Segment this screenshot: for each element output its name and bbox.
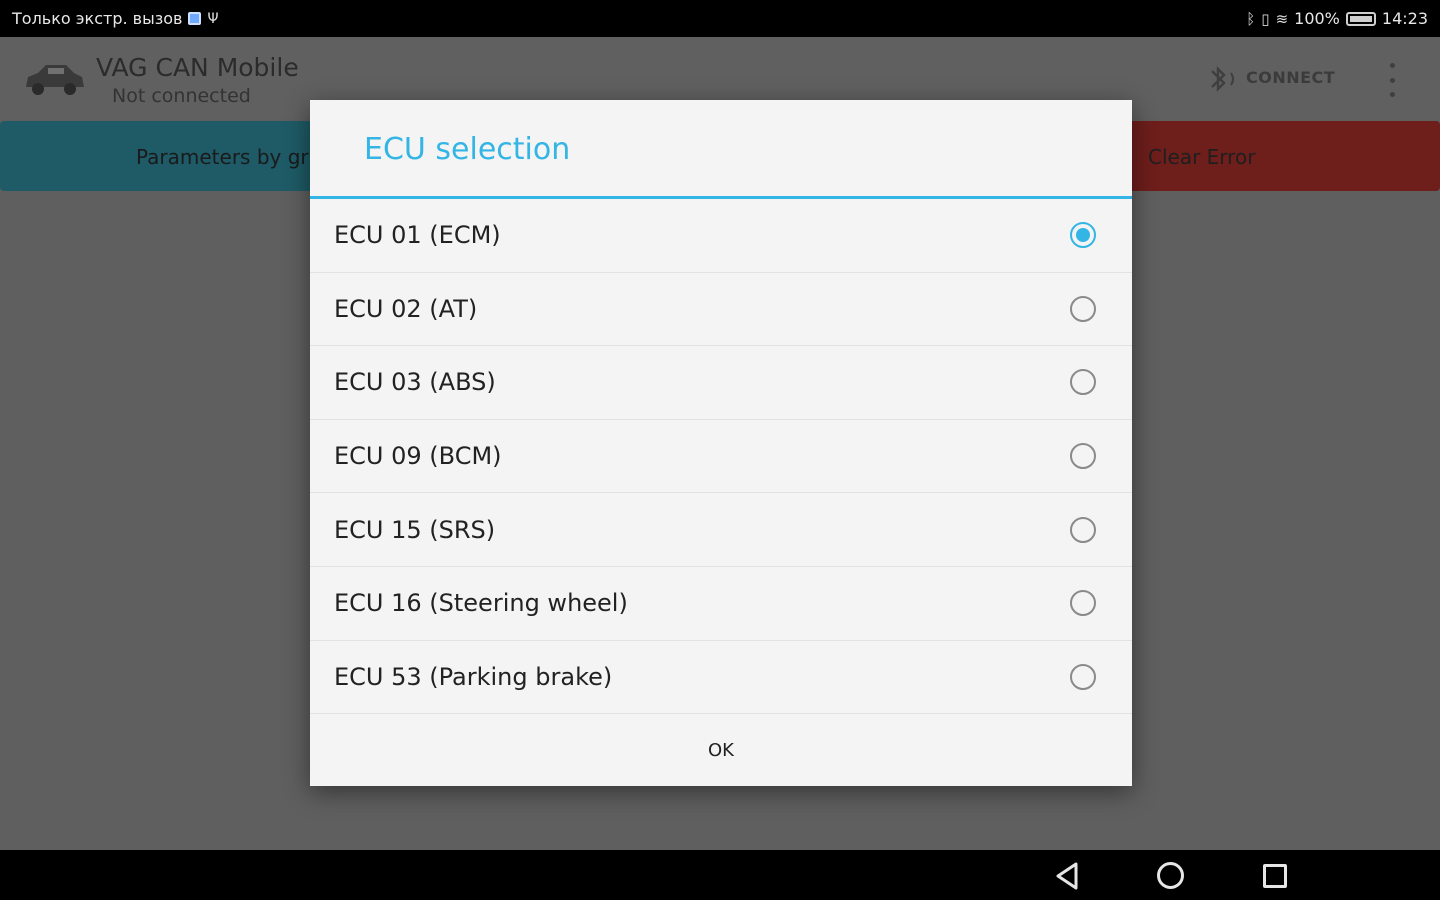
clear-error-button[interactable]: Clear Error: [1110, 121, 1440, 191]
back-icon[interactable]: [1052, 861, 1082, 891]
ecu-option-label: ECU 02 (AT): [334, 294, 478, 323]
radio-button[interactable]: [1070, 369, 1096, 396]
bluetooth-icon: ᛒ: [1246, 9, 1256, 28]
ecu-option[interactable]: ECU 01 (ECM): [310, 199, 1132, 273]
ecu-option[interactable]: ECU 16 (Steering wheel): [310, 567, 1132, 641]
connect-button[interactable]: CONNECT: [1246, 68, 1335, 87]
ecu-option[interactable]: ECU 15 (SRS): [310, 493, 1132, 567]
battery-icon: [1345, 11, 1376, 26]
clear-error-label: Clear Error: [1148, 145, 1256, 169]
ecu-list: ECU 01 (ECM) ECU 02 (AT) ECU 03 (ABS) EC…: [310, 199, 1132, 715]
ecu-option-label: ECU 15 (SRS): [334, 515, 496, 544]
overflow-menu-icon[interactable]: [1384, 63, 1400, 97]
home-icon[interactable]: [1157, 862, 1184, 889]
radio-button[interactable]: [1070, 516, 1096, 543]
ecu-selection-dialog: ECU selection ECU 01 (ECM) ECU 02 (AT) E…: [310, 100, 1132, 786]
status-bar: Только экстр. вызов Ψ ᛒ ▯ ≋ 100% 14:23: [0, 0, 1440, 37]
parameters-by-group-button[interactable]: Parameters by gr: [0, 121, 330, 191]
ecu-option[interactable]: ECU 02 (AT): [310, 273, 1132, 347]
usb-icon: Ψ: [207, 10, 219, 27]
app-title: VAG CAN Mobile: [96, 53, 299, 82]
status-right: ᛒ ▯ ≋ 100% 14:23: [1246, 9, 1428, 28]
radio-button-selected[interactable]: [1070, 222, 1096, 249]
status-time: 14:23: [1381, 9, 1428, 28]
ecu-option-label: ECU 09 (BCM): [334, 442, 502, 471]
parameters-by-group-label: Parameters by gr: [136, 145, 309, 169]
radio-button[interactable]: [1070, 295, 1096, 322]
radio-button[interactable]: [1070, 443, 1096, 470]
radio-button[interactable]: [1070, 663, 1096, 690]
sim-icon: [188, 12, 202, 25]
vibrate-icon: ▯: [1261, 9, 1270, 28]
ok-button[interactable]: OK: [310, 714, 1132, 786]
recents-icon[interactable]: [1263, 864, 1287, 888]
status-left: Только экстр. вызов Ψ: [12, 9, 218, 28]
radio-button[interactable]: [1070, 590, 1096, 617]
carrier-text: Только экстр. вызов: [12, 9, 183, 28]
ecu-option-label: ECU 16 (Steering wheel): [334, 589, 628, 618]
battery-percent: 100%: [1294, 9, 1340, 28]
ecu-option-label: ECU 53 (Parking brake): [334, 662, 613, 691]
ecu-option[interactable]: ECU 53 (Parking brake): [310, 641, 1132, 715]
car-icon: [26, 65, 84, 95]
ecu-option-label: ECU 03 (ABS): [334, 368, 496, 397]
navigation-bar: [0, 850, 1440, 900]
ecu-option[interactable]: ECU 09 (BCM): [310, 420, 1132, 494]
ecu-option-label: ECU 01 (ECM): [334, 221, 501, 250]
wifi-icon: ≋: [1275, 9, 1289, 28]
ecu-option[interactable]: ECU 03 (ABS): [310, 346, 1132, 420]
connection-status: Not connected: [112, 85, 251, 107]
dialog-title: ECU selection: [364, 132, 571, 167]
bluetooth-icon[interactable]: [1204, 62, 1240, 96]
